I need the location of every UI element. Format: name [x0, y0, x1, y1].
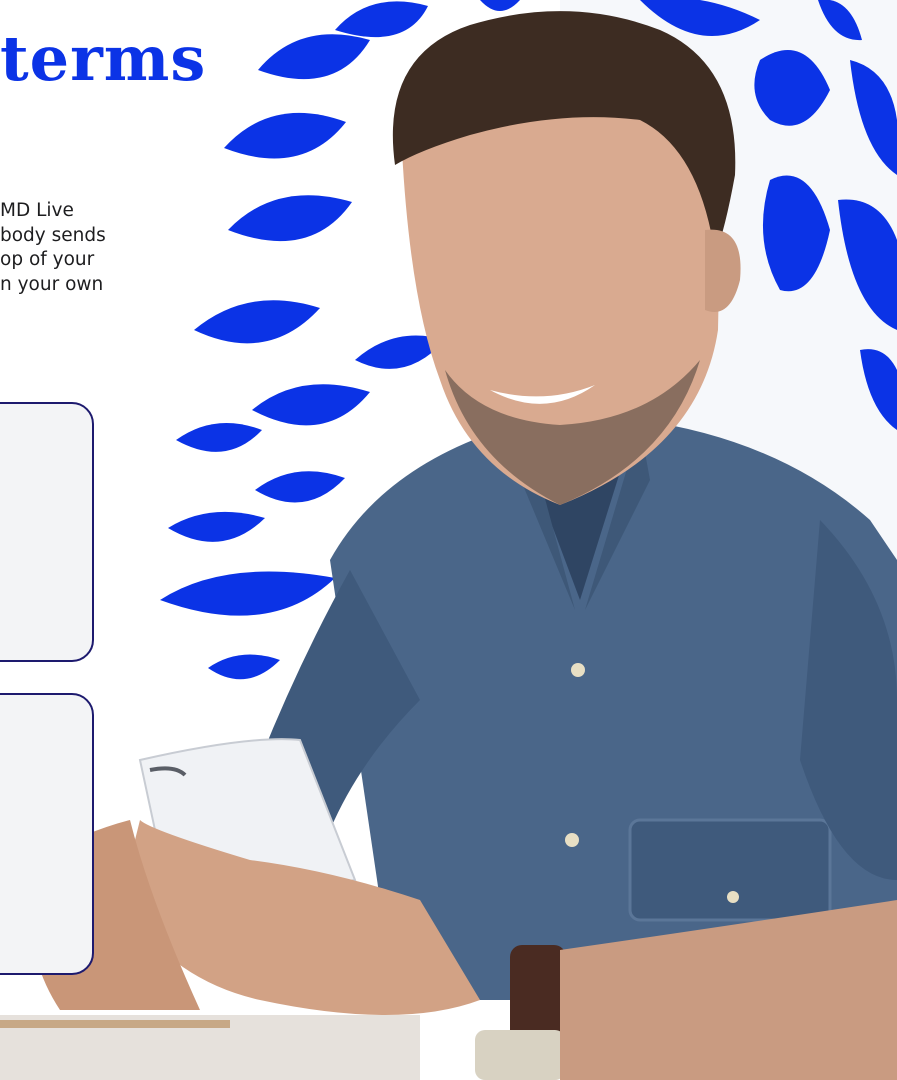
- hero-section: terms MD Live body sends op of your n yo…: [0, 0, 897, 1080]
- intro-line: op of your: [0, 249, 95, 271]
- hero-photo: [0, 0, 897, 1080]
- intro-line: n your own: [0, 273, 104, 295]
- section-heading: terms: [0, 22, 207, 95]
- intro-paragraph: MD Live body sends op of your n your own: [0, 199, 205, 297]
- intro-line: MD Live: [0, 200, 74, 221]
- intro-line: body sends: [0, 224, 106, 246]
- info-card: [0, 402, 94, 662]
- info-card: [0, 693, 94, 975]
